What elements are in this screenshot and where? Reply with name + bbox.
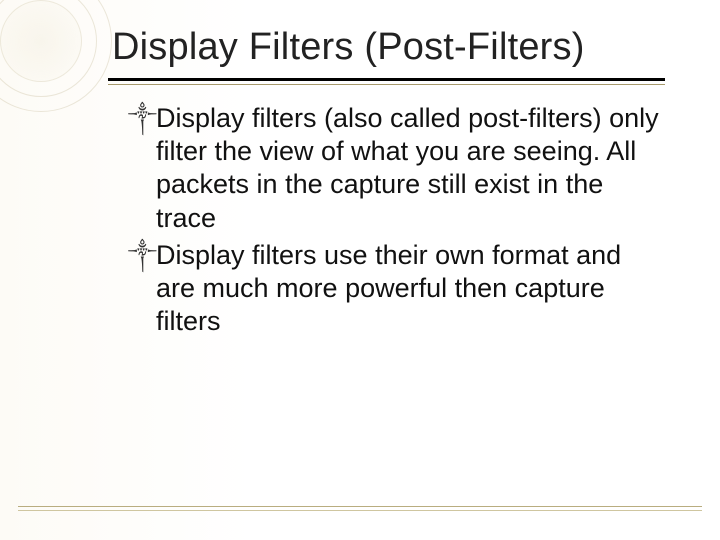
slide: Display Filters (Post-Filters) ༒ Display… [0, 0, 720, 540]
deco-ring [0, 0, 112, 112]
underline-thin [108, 84, 665, 85]
list-item: ༒ Display filters (also called post-filt… [128, 102, 660, 235]
content-area: ༒ Display filters (also called post-filt… [128, 102, 660, 342]
bullet-icon: ༒ [128, 104, 157, 131]
underline-thick [108, 78, 665, 81]
title-underline [108, 78, 665, 84]
divider-line [18, 510, 702, 511]
deco-ring [0, 0, 97, 97]
bullet-icon: ༒ [128, 241, 157, 268]
list-item: ༒ Display filters use their own format a… [128, 239, 660, 339]
bottom-divider [0, 506, 720, 512]
deco-ring [0, 0, 82, 82]
bullet-text: Display filters use their own format and… [156, 240, 621, 336]
slide-title: Display Filters (Post-Filters) [112, 26, 660, 69]
divider-line [18, 506, 702, 507]
corner-decoration [0, 0, 120, 120]
bullet-text: Display filters (also called post-filter… [156, 103, 659, 233]
